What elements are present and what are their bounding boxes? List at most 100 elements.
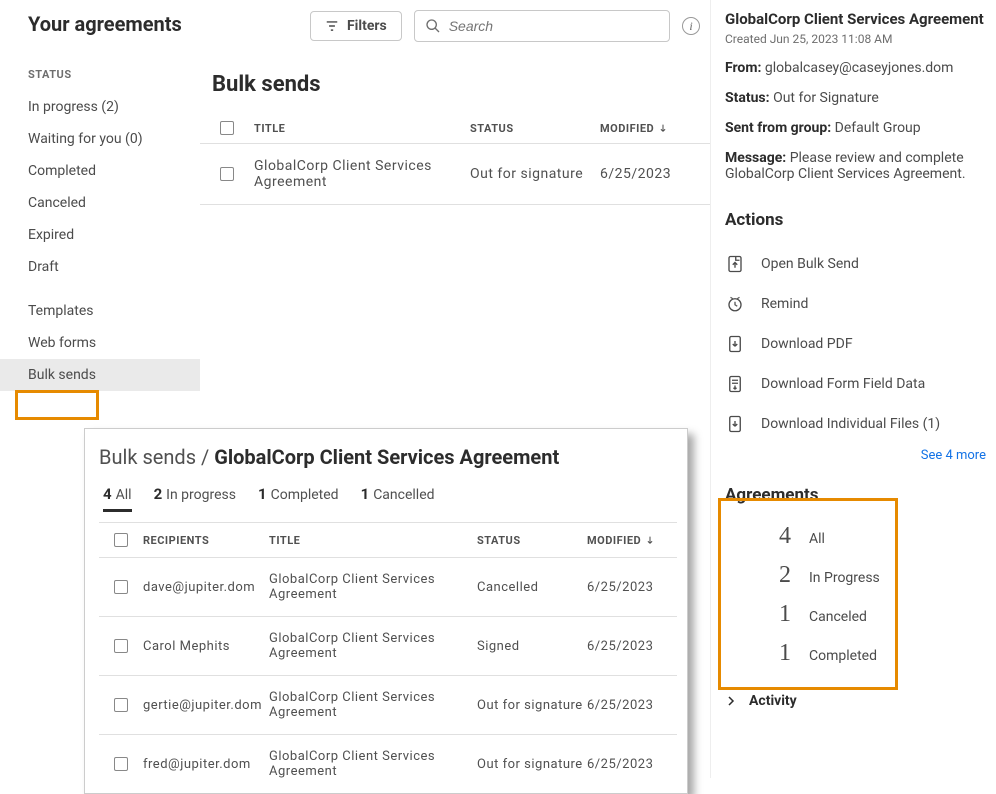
sidebar-item-bulk-sends[interactable]: Bulk sends	[0, 359, 200, 391]
sidebar-item-waiting[interactable]: Waiting for you (0)	[0, 123, 200, 155]
sidebar-item-canceled[interactable]: Canceled	[0, 187, 200, 219]
row-status: Out for signature	[477, 698, 587, 713]
row-recipient: dave@jupiter.dom	[143, 580, 269, 595]
row-checkbox[interactable]	[114, 639, 128, 653]
col-modified[interactable]: MODIFIED	[600, 122, 710, 135]
row-title: GlobalCorp Client Services Agreement	[254, 158, 470, 190]
row-status: Out for signature	[477, 757, 587, 772]
action-remind[interactable]: Remind	[725, 284, 986, 324]
action-label: Download PDF	[761, 336, 853, 352]
col-title[interactable]: TITLE	[269, 534, 477, 547]
agreements-canceled[interactable]: 1Canceled	[725, 595, 986, 634]
row-status: Out for signature	[470, 166, 600, 182]
table-row[interactable]: fred@jupiter.dom GlobalCorp Client Servi…	[99, 735, 677, 793]
row-title: GlobalCorp Client Services Agreement	[269, 690, 477, 720]
tab-in-progress[interactable]: 2In progress	[154, 485, 236, 512]
chevron-right-icon	[725, 695, 737, 707]
row-status: Cancelled	[477, 580, 587, 595]
col-recipients[interactable]: RECIPIENTS	[143, 534, 269, 547]
row-title: GlobalCorp Client Services Agreement	[269, 572, 477, 602]
sidebar-item-completed[interactable]: Completed	[0, 155, 200, 187]
group-value: Default Group	[835, 120, 921, 136]
status-label: Status:	[725, 90, 770, 106]
sort-desc-icon	[645, 535, 655, 545]
sidebar-item-web-forms[interactable]: Web forms	[0, 327, 200, 359]
row-recipient: fred@jupiter.dom	[143, 757, 269, 772]
row-checkbox[interactable]	[114, 757, 128, 771]
sidebar-item-templates[interactable]: Templates	[0, 295, 200, 327]
sort-desc-icon	[658, 123, 668, 133]
action-download-form-data[interactable]: Download Form Field Data	[725, 364, 986, 404]
agreements-in-progress[interactable]: 2In Progress	[725, 556, 986, 595]
status-value: Out for Signature	[773, 90, 879, 106]
page-title: Your agreements	[0, 12, 200, 50]
tab-cancelled[interactable]: 1Cancelled	[361, 485, 435, 512]
filter-icon	[325, 19, 339, 33]
row-modified: 6/25/2023	[600, 166, 710, 182]
sidebar-item-in-progress[interactable]: In progress (2)	[0, 91, 200, 123]
detail-title: GlobalCorp Client Services Agreement	[725, 10, 986, 28]
row-checkbox[interactable]	[220, 167, 234, 181]
info-icon[interactable]: i	[682, 17, 700, 35]
see-more-link[interactable]: See 4 more	[725, 448, 986, 463]
clock-icon	[725, 294, 745, 314]
table-row[interactable]: gertie@jupiter.dom GlobalCorp Client Ser…	[99, 676, 677, 735]
bulk-sends-heading: Bulk sends	[200, 60, 710, 113]
action-label: Remind	[761, 296, 808, 312]
action-download-pdf[interactable]: Download PDF	[725, 324, 986, 364]
search-icon	[425, 18, 441, 34]
detail-panel: GlobalCorp Client Services Agreement Cre…	[710, 0, 996, 778]
row-modified: 6/25/2023	[587, 757, 677, 772]
agreements-completed[interactable]: 1Completed	[725, 634, 986, 673]
row-status: Signed	[477, 639, 587, 654]
col-title[interactable]: TITLE	[254, 122, 470, 135]
download-files-icon	[725, 414, 745, 434]
row-recipient: Carol Mephits	[143, 639, 269, 654]
status-heading: STATUS	[0, 50, 200, 91]
action-open-bulk-send[interactable]: Open Bulk Send	[725, 244, 986, 284]
table-row[interactable]: GlobalCorp Client Services Agreement Out…	[200, 144, 710, 205]
actions-heading: Actions	[725, 210, 986, 230]
search-field[interactable]	[414, 10, 670, 42]
from-value: globalcasey@caseyjones.dom	[765, 60, 954, 76]
search-input[interactable]	[449, 18, 659, 34]
table-row[interactable]: Carol Mephits GlobalCorp Client Services…	[99, 617, 677, 676]
select-all-checkbox[interactable]	[220, 121, 234, 135]
tab-all[interactable]: 4All	[103, 485, 132, 512]
open-icon	[725, 254, 745, 274]
activity-toggle[interactable]: Activity	[725, 693, 986, 709]
action-label: Download Individual Files (1)	[761, 416, 940, 432]
col-status[interactable]: STATUS	[477, 534, 587, 547]
action-label: Download Form Field Data	[761, 376, 925, 392]
col-status[interactable]: STATUS	[470, 122, 600, 135]
row-modified: 6/25/2023	[587, 639, 677, 654]
bulk-sends-table: TITLE STATUS MODIFIED GlobalCorp Client …	[200, 113, 710, 205]
row-checkbox[interactable]	[114, 698, 128, 712]
row-recipient: gertie@jupiter.dom	[143, 698, 269, 713]
table-row[interactable]: dave@jupiter.dom GlobalCorp Client Servi…	[99, 558, 677, 617]
from-label: From:	[725, 60, 761, 76]
filters-button[interactable]: Filters	[310, 11, 402, 41]
message-label: Message:	[725, 150, 786, 166]
detail-created: Created Jun 25, 2023 11:08 AM	[725, 32, 986, 46]
select-all-checkbox[interactable]	[114, 533, 128, 547]
row-modified: 6/25/2023	[587, 698, 677, 713]
breadcrumb-title: GlobalCorp Client Services Agreement	[214, 445, 559, 469]
row-title: GlobalCorp Client Services Agreement	[269, 631, 477, 661]
tab-completed[interactable]: 1Completed	[258, 485, 339, 512]
row-modified: 6/25/2023	[587, 580, 677, 595]
row-title: GlobalCorp Client Services Agreement	[269, 749, 477, 779]
breadcrumb: Bulk sends / GlobalCorp Client Services …	[99, 445, 677, 469]
action-download-individual[interactable]: Download Individual Files (1)	[725, 404, 986, 444]
bulk-send-detail-popup: Bulk sends / GlobalCorp Client Services …	[84, 428, 688, 794]
download-form-icon	[725, 374, 745, 394]
sidebar-item-expired[interactable]: Expired	[0, 219, 200, 251]
breadcrumb-prefix[interactable]: Bulk sends /	[99, 445, 214, 469]
row-checkbox[interactable]	[114, 580, 128, 594]
tabs: 4All 2In progress 1Completed 1Cancelled	[99, 483, 677, 512]
sidebar-item-draft[interactable]: Draft	[0, 251, 200, 283]
agreements-all[interactable]: 4All	[725, 517, 986, 556]
action-label: Open Bulk Send	[761, 256, 859, 272]
download-pdf-icon	[725, 334, 745, 354]
col-modified[interactable]: MODIFIED	[587, 534, 677, 547]
